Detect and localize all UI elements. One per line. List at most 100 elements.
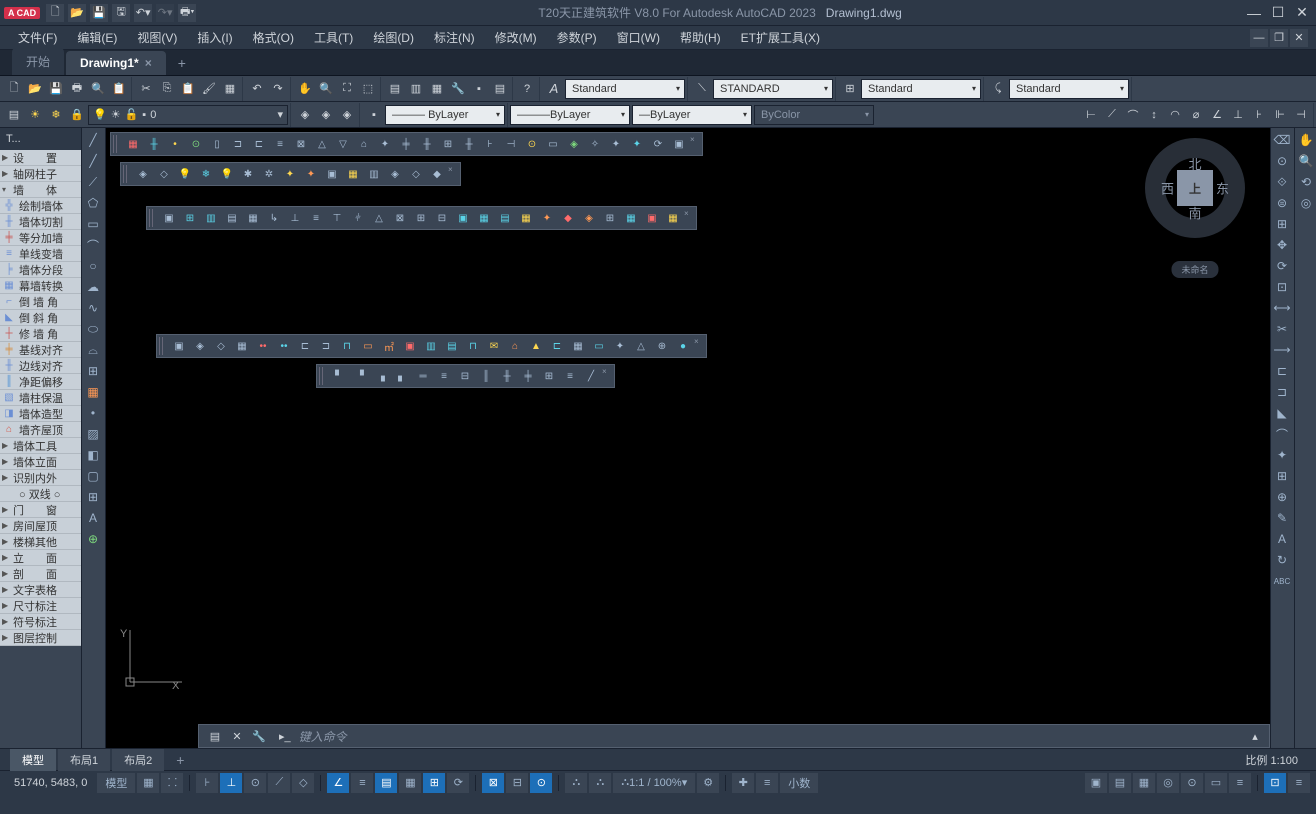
- tool-new-icon[interactable]: 🗋: [4, 79, 24, 99]
- ft2-icon[interactable]: ◆: [427, 165, 447, 183]
- text-style-select[interactable]: Standard: [565, 79, 685, 99]
- ft1-icon[interactable]: ⟳: [648, 135, 668, 153]
- ft1-icon[interactable]: ◈: [564, 135, 584, 153]
- dim-rad-icon[interactable]: ◠: [1165, 105, 1185, 125]
- toolbar-grip[interactable]: [113, 135, 119, 153]
- insert-icon[interactable]: ⊞: [82, 361, 104, 381]
- linetype-select[interactable]: ——— ByLayer: [385, 105, 505, 125]
- chamfer-icon[interactable]: ◣: [1271, 403, 1293, 423]
- ft3-icon[interactable]: ⊥: [285, 209, 305, 227]
- status-full-icon[interactable]: ⊡: [1264, 773, 1286, 793]
- tool-calc-icon[interactable]: ▤: [490, 79, 510, 99]
- ft2-icon[interactable]: ▥: [364, 165, 384, 183]
- break-icon[interactable]: ⊏: [1271, 361, 1293, 381]
- status-otrack-icon[interactable]: ∠: [327, 773, 349, 793]
- status-osnap-icon[interactable]: ◇: [292, 773, 314, 793]
- ft4-icon[interactable]: ⊐: [316, 337, 336, 355]
- ft5-icon[interactable]: ╪: [518, 367, 538, 385]
- status-cust-icon[interactable]: ≡: [1229, 773, 1251, 793]
- status-units-icon[interactable]: ▦: [1133, 773, 1155, 793]
- menu-modify[interactable]: 修改(M): [485, 26, 547, 49]
- minimize-button[interactable]: —: [1244, 4, 1264, 22]
- panel-item[interactable]: ▶门 窗: [0, 502, 81, 518]
- ft3-icon[interactable]: ▣: [453, 209, 473, 227]
- table-icon[interactable]: ⊞: [82, 487, 104, 507]
- status-lwt-icon[interactable]: ≡: [351, 773, 373, 793]
- cube-label[interactable]: 未命名: [1171, 261, 1218, 278]
- ft1-icon[interactable]: ╫: [459, 135, 479, 153]
- revcloud-icon[interactable]: ☁: [82, 277, 104, 297]
- dim-update-icon[interactable]: ↻: [1271, 550, 1293, 570]
- tool-paste-icon[interactable]: 📋: [178, 79, 198, 99]
- ft1-icon[interactable]: △: [312, 135, 332, 153]
- panel-item[interactable]: ⌐倒 墙 角: [0, 294, 81, 310]
- menu-draw[interactable]: 绘图(D): [363, 26, 424, 49]
- coord-display[interactable]: 51740, 5483, 0: [6, 777, 95, 789]
- point-icon[interactable]: •: [82, 403, 104, 423]
- ft4-icon[interactable]: ●: [673, 337, 693, 355]
- ft4-icon[interactable]: ㎡: [379, 337, 399, 355]
- tool-cut-icon[interactable]: ✂: [136, 79, 156, 99]
- status-infer-icon[interactable]: ⊦: [196, 773, 218, 793]
- panel-item[interactable]: ▶墙体立面: [0, 454, 81, 470]
- panel-item[interactable]: ▶符号标注: [0, 614, 81, 630]
- ft4-icon[interactable]: ▣: [169, 337, 189, 355]
- line-icon[interactable]: ╱: [82, 130, 104, 150]
- ellipse-icon[interactable]: ⬭: [82, 319, 104, 339]
- ft1-icon[interactable]: ✦: [606, 135, 626, 153]
- menu-et[interactable]: ET扩展工具(X): [731, 26, 830, 49]
- tab-drawing1[interactable]: Drawing1*×: [66, 51, 166, 75]
- ft2-icon[interactable]: ◈: [133, 165, 153, 183]
- ft2-icon[interactable]: ✲: [259, 165, 279, 183]
- float-toolbar-2[interactable]: ◈◇💡❄💡✱✲✦✦▣▦▥◈◇◆ ×: [120, 162, 461, 186]
- ft3-icon[interactable]: ⊤: [327, 209, 347, 227]
- new-icon[interactable]: 🗋: [46, 4, 64, 22]
- region-icon[interactable]: ▢: [82, 466, 104, 486]
- tool-layer-icon[interactable]: ▦: [427, 79, 447, 99]
- nav-zoom-icon[interactable]: 🔍: [1295, 151, 1316, 171]
- ft3-icon[interactable]: ⊞: [411, 209, 431, 227]
- ft1-icon[interactable]: ⊠: [291, 135, 311, 153]
- tool-zoomwin-icon[interactable]: ⛶: [337, 79, 357, 99]
- ml-style-select[interactable]: Standard: [1009, 79, 1129, 99]
- ft3-icon[interactable]: ≡: [306, 209, 326, 227]
- panel-item[interactable]: ╬绘制墙体: [0, 198, 81, 214]
- ft4-icon[interactable]: ▦: [232, 337, 252, 355]
- panel-item[interactable]: ╪基线对齐: [0, 342, 81, 358]
- panel-item[interactable]: ▶立 面: [0, 550, 81, 566]
- menu-param[interactable]: 参数(P): [547, 26, 607, 49]
- table-style-select[interactable]: Standard: [861, 79, 981, 99]
- ft3-icon[interactable]: ▦: [243, 209, 263, 227]
- panel-item[interactable]: ╪等分加墙: [0, 230, 81, 246]
- addsel-icon[interactable]: ⊕: [82, 529, 104, 549]
- ft1-icon[interactable]: ╫: [417, 135, 437, 153]
- cmd-history-icon[interactable]: ▤: [205, 726, 225, 746]
- ft5-icon[interactable]: ≡: [434, 367, 454, 385]
- status-grid-icon[interactable]: ▦: [137, 773, 159, 793]
- t20-panel-title[interactable]: T...: [0, 128, 81, 150]
- dim-tedit-icon[interactable]: A: [1271, 529, 1293, 549]
- open-icon[interactable]: 📂: [68, 4, 86, 22]
- tool-zoomext-icon[interactable]: ⬚: [358, 79, 378, 99]
- ft1-icon[interactable]: ⌂: [354, 135, 374, 153]
- tool-dc-icon[interactable]: ▪: [469, 79, 489, 99]
- explode-icon[interactable]: ✦: [1271, 445, 1293, 465]
- dim-space-icon[interactable]: ⊩: [1270, 105, 1290, 125]
- layer-props-icon[interactable]: ▤: [4, 105, 24, 125]
- tool-match-icon[interactable]: 🖌: [199, 79, 219, 99]
- layer-iso-icon[interactable]: ◈: [337, 105, 357, 125]
- ft1-icon[interactable]: ▯: [207, 135, 227, 153]
- menu-help[interactable]: 帮助(H): [670, 26, 731, 49]
- float-close-icon[interactable]: ×: [602, 367, 612, 376]
- ft2-icon[interactable]: ✱: [238, 165, 258, 183]
- layer-freeze-icon[interactable]: ❄: [46, 105, 66, 125]
- ellipsearc-icon[interactable]: ⌓: [82, 340, 104, 360]
- ft4-icon[interactable]: ▦: [568, 337, 588, 355]
- tool-save-icon[interactable]: 💾: [46, 79, 66, 99]
- nav-orbit-icon[interactable]: ⟲: [1295, 172, 1316, 192]
- ft3-icon[interactable]: ✦: [537, 209, 557, 227]
- tool-redo2-icon[interactable]: ↷: [268, 79, 288, 99]
- ft5-icon[interactable]: ╫: [497, 367, 517, 385]
- ft1-icon[interactable]: •: [165, 135, 185, 153]
- ft1-icon[interactable]: ⊣: [501, 135, 521, 153]
